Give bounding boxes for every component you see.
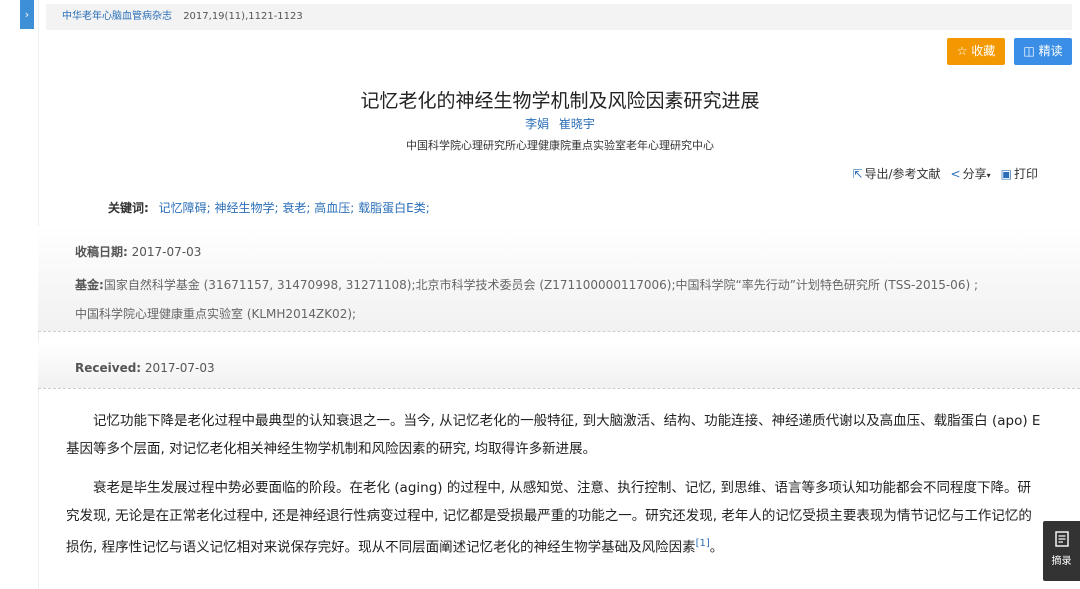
- printer-icon: ▣: [1000, 167, 1012, 181]
- journal-bar: 中华老年心脑血管病杂志 2017,19(11),1121-1123: [46, 4, 1072, 30]
- print-label: 打印: [1013, 167, 1038, 181]
- keyword-link[interactable]: 高血压;: [314, 201, 354, 215]
- fund-line-1: 国家自然科学基金 (31671157, 31470998, 31271108);…: [103, 278, 978, 292]
- keyword-link[interactable]: 载脂蛋白E类;: [358, 201, 430, 215]
- article-body: 记忆功能下降是老化过程中最典型的认知衰退之一。当今, 从记忆老化的一般特征, 到…: [66, 407, 1042, 573]
- received-en-row: Received: 2017-07-03: [75, 361, 215, 375]
- intensive-read-label: 精读: [1038, 44, 1063, 58]
- fund-label: 基金:: [75, 278, 104, 292]
- article-title: 记忆老化的神经生物学机制及风险因素研究进展: [360, 90, 760, 112]
- keyword-link[interactable]: 神经生物学;: [215, 201, 279, 215]
- citation-text: 2017,19(11),1121-1123: [183, 11, 303, 22]
- share-icon: <: [950, 167, 961, 181]
- abstract-excerpt-button[interactable]: 摘录: [1043, 521, 1080, 581]
- share-button[interactable]: < 分享▾: [951, 165, 991, 182]
- document-icon: [1054, 531, 1069, 547]
- keyword-link[interactable]: 衰老;: [282, 201, 310, 215]
- journal-link[interactable]: 中华老年心脑血管病杂志: [62, 11, 172, 22]
- keywords-row: 关键词: 记忆障碍; 神经生物学; 衰老; 高血压; 载脂蛋白E类;: [108, 199, 430, 216]
- keywords-label: 关键词:: [108, 201, 149, 215]
- received-date-row: 收稿日期: 2017-07-03: [75, 243, 201, 260]
- paragraph-end: 。: [709, 539, 724, 556]
- divider: [38, 388, 1080, 389]
- keyword-link[interactable]: 记忆障碍;: [159, 201, 211, 215]
- fund-line-2: 中国科学院心理健康重点实验室 (KLMH2014ZK02);: [75, 307, 357, 321]
- chevron-right-icon: ›: [24, 8, 30, 21]
- collect-button[interactable]: ☆ 收藏: [947, 38, 1005, 65]
- export-label: 导出/参考文献: [864, 167, 941, 181]
- intensive-read-button[interactable]: ◫ 精读: [1014, 38, 1072, 65]
- export-button[interactable]: ⇱ 导出/参考文献: [852, 165, 940, 182]
- print-button[interactable]: ▣ 打印: [1001, 165, 1038, 182]
- received-en-value: 2017-07-03: [144, 361, 215, 375]
- caret-down-icon: ▾: [986, 171, 991, 180]
- article-toolbar: ⇱ 导出/参考文献 < 分享▾ ▣ 打印: [852, 165, 1038, 182]
- body-paragraph-text: 衰老是毕生发展过程中势必要面临的阶段。在老化 (aging) 的过程中, 从感知…: [66, 480, 1032, 556]
- body-paragraph: 记忆功能下降是老化过程中最典型的认知衰退之一。当今, 从记忆老化的一般特征, 到…: [66, 413, 1041, 457]
- affiliation: 中国科学院心理研究所心理健康院重点实验室老年心理研究中心: [406, 139, 714, 152]
- body-paragraph: 衰老是毕生发展过程中势必要面临的阶段。在老化 (aging) 的过程中, 从感知…: [66, 474, 1042, 562]
- abstract-label: 摘录: [1051, 556, 1072, 567]
- share-label: 分享: [962, 167, 987, 181]
- author-list: 李娟 崔晓宇: [260, 115, 860, 132]
- author-link[interactable]: 崔晓宇: [559, 117, 595, 131]
- book-icon: ◫: [1023, 44, 1035, 58]
- received-date-label: 收稿日期:: [75, 245, 128, 259]
- star-icon: ☆: [956, 44, 968, 58]
- divider: [38, 331, 1080, 332]
- sidebar-expand-tab[interactable]: ›: [20, 0, 34, 29]
- received-en-label: Received:: [75, 361, 142, 375]
- author-link[interactable]: 李娟: [525, 117, 549, 131]
- received-date-value: 2017-07-03: [131, 245, 202, 259]
- collect-label: 收藏: [971, 44, 996, 58]
- fund-info: 基金:国家自然科学基金 (31671157, 31470998, 3127110…: [75, 271, 1055, 329]
- export-icon: ⇱: [852, 167, 863, 181]
- reference-link[interactable]: [1]: [696, 538, 710, 549]
